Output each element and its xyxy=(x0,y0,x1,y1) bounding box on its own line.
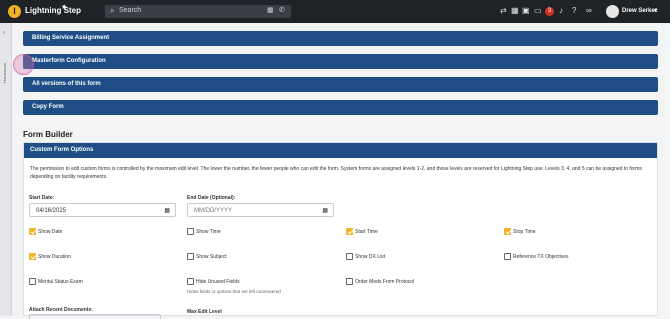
panel-all-versions[interactable]: All versions of this form xyxy=(23,77,658,92)
click-indicator xyxy=(13,54,34,75)
app-name[interactable]: Lightning Step xyxy=(25,6,81,15)
checkbox-label: Hide Unused Fields xyxy=(196,278,240,285)
checkbox-unchecked-icon[interactable] xyxy=(29,278,36,285)
checkbox-mental-status-exam[interactable]: Mental Status Exam xyxy=(29,278,83,285)
card-header[interactable]: Custom Form Options xyxy=(24,143,657,158)
search-input[interactable]: Search xyxy=(119,7,141,14)
start-date-field[interactable]: 04/16/2025 ▦ xyxy=(29,203,176,217)
calendar-icon[interactable]: ▦ xyxy=(511,6,519,16)
end-date-field[interactable]: MM/DD/YYYY ▦ xyxy=(187,203,334,217)
checkbox-reference-tx-objectives[interactable]: Reference TX Objectives xyxy=(504,253,569,260)
checkbox-checked-icon[interactable] xyxy=(29,228,36,235)
checkbox-label: Show Time xyxy=(196,228,221,235)
checkbox-show-duration[interactable]: Show Duration xyxy=(29,253,71,260)
start-date-value: 04/16/2025 xyxy=(36,208,67,214)
checkbox-unchecked-icon[interactable] xyxy=(187,253,194,260)
checkbox-label: Show Subject xyxy=(196,253,227,260)
collapsed-sidebar: ‹ Homeroom xyxy=(0,23,12,316)
panel-copy-form[interactable]: Copy Form xyxy=(23,100,658,115)
chevron-down-icon[interactable]: ▾ xyxy=(654,7,657,14)
checkbox-show-dx-list[interactable]: Show DX List xyxy=(346,253,385,260)
chevron-left-icon[interactable]: ‹ xyxy=(3,30,5,36)
checkbox-stop-time[interactable]: Stop Time xyxy=(504,228,536,235)
search-bar[interactable]: ⌕ Search ▦ ✆ xyxy=(105,5,291,18)
checkbox-start-time[interactable]: Start Time xyxy=(346,228,378,235)
permission-note: The permission to edit custom forms is c… xyxy=(30,166,642,180)
grid-icon[interactable]: ▣ xyxy=(522,6,530,16)
help-icon[interactable]: ? xyxy=(572,6,576,16)
checkbox-label: Show DX List xyxy=(355,253,386,260)
checkbox-unchecked-icon[interactable] xyxy=(346,253,353,260)
top-navigation-bar: l Lightning Step ★ ⌕ Search ▦ ✆ ⇄ ▦ ▣ ▭ … xyxy=(0,0,670,23)
user-name[interactable]: Drew Serkez xyxy=(622,8,658,14)
checkbox-label: Stop Time xyxy=(513,228,536,235)
checkbox-label: Show Date xyxy=(38,228,63,235)
user-avatar[interactable] xyxy=(606,5,619,18)
checkbox-show-subject[interactable]: Show Subject xyxy=(187,253,227,260)
favorite-star-icon[interactable]: ★ xyxy=(61,3,67,11)
attach-recent-documents-select[interactable] xyxy=(29,314,161,319)
calendar-icon[interactable]: ▦ xyxy=(164,207,170,214)
max-edit-level-label: Max Edit Level xyxy=(187,309,222,315)
calendar-icon[interactable]: ▦ xyxy=(322,207,328,214)
checkbox-label: Start Time xyxy=(355,228,378,235)
checkbox-hide-unused-fields[interactable]: Hide Unused Fields xyxy=(187,278,240,285)
checkbox-show-date[interactable]: Show Date xyxy=(29,228,62,235)
end-date-placeholder: MM/DD/YYYY xyxy=(194,208,233,214)
hide-unused-hint: Hides fields or options that are left un… xyxy=(187,289,281,294)
checkbox-checked-icon[interactable] xyxy=(29,253,36,260)
checkbox-order-meds-from-protocol[interactable]: Order Meds From Protocol xyxy=(346,278,414,285)
checkbox-unchecked-icon[interactable] xyxy=(504,253,511,260)
custom-form-options-card: Custom Form Options The permission to ed… xyxy=(23,142,658,319)
end-date-label: End Date (Optional): xyxy=(187,195,236,201)
start-date-label: Start Date: xyxy=(29,195,55,201)
panel-billing-service-assignment[interactable]: Billing Service Assignment xyxy=(23,31,658,46)
page-title: Form Builder xyxy=(23,130,73,139)
checkbox-checked-icon[interactable] xyxy=(346,228,353,235)
checkbox-label: Reference TX Objectives xyxy=(513,253,569,260)
chat-icon[interactable]: ▭ xyxy=(534,6,542,16)
panel-masterform-configuration[interactable]: Masterform Configuration xyxy=(23,54,658,69)
lightning-step-logo-icon[interactable]: l xyxy=(8,5,21,18)
phone-icon[interactable]: ✆ xyxy=(279,6,285,14)
refresh-icon[interactable]: ⇄ xyxy=(500,6,507,16)
link-icon[interactable]: ∞ xyxy=(586,6,592,16)
checkbox-label: Show Duration xyxy=(38,253,71,260)
checkbox-checked-icon[interactable] xyxy=(504,228,511,235)
checkbox-label: Order Meds From Protocol xyxy=(355,278,415,285)
checkbox-unchecked-icon[interactable] xyxy=(346,278,353,285)
calendar-icon[interactable]: ▦ xyxy=(267,6,274,14)
checkbox-show-time[interactable]: Show Time xyxy=(187,228,221,235)
sidebar-vertical-label[interactable]: Homeroom xyxy=(2,63,10,83)
bell-icon[interactable]: ♪ xyxy=(559,6,563,16)
checkbox-label: Mental Status Exam xyxy=(38,278,83,285)
attach-recent-documents-label: Attach Recent Documents: xyxy=(29,307,93,313)
search-icon: ⌕ xyxy=(110,6,115,15)
notification-count-badge[interactable]: 3 xyxy=(545,7,554,16)
checkbox-unchecked-icon[interactable] xyxy=(187,228,194,235)
checkbox-unchecked-icon[interactable] xyxy=(187,278,194,285)
